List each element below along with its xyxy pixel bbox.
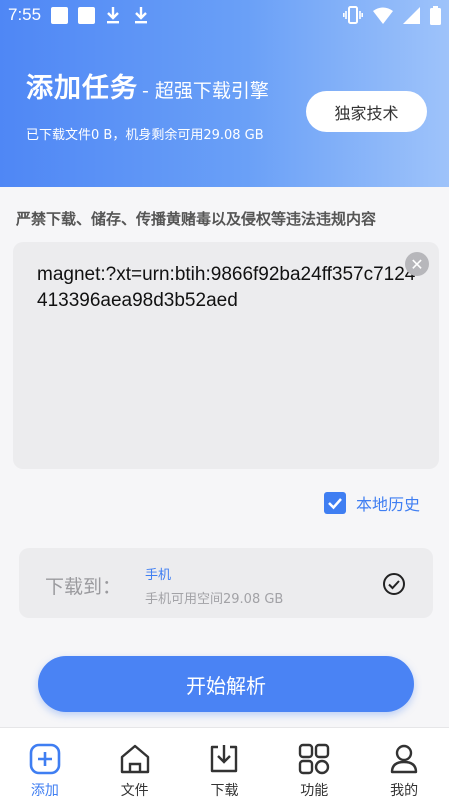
storage-device-name: 手机 <box>145 568 172 583</box>
notification-icon <box>51 6 69 24</box>
clear-icon[interactable]: ✕ <box>405 252 429 276</box>
title-row: 添加任务 - 超强下载引擎 <box>26 66 269 105</box>
exclusive-tech-button[interactable]: 独家技术 <box>306 91 427 132</box>
tab-label: 文件 <box>120 783 149 799</box>
check-circle-icon[interactable] <box>382 572 406 596</box>
page-subtitle: - 超强下载引擎 <box>142 80 269 102</box>
tab-features[interactable]: 功能 <box>269 728 359 800</box>
tab-add[interactable]: 添加 <box>0 728 90 800</box>
save-to-label: 下载到： <box>45 576 122 598</box>
signal-icon <box>403 6 420 24</box>
tab-label: 功能 <box>300 783 329 799</box>
wifi-icon <box>373 7 393 24</box>
home-icon <box>120 744 149 774</box>
notification-icon <box>78 6 96 24</box>
page-title: 添加任务 <box>26 73 138 104</box>
grid-icon <box>299 743 330 775</box>
header: 7:55 添加任务 - 超强下载引擎 已下载文件0 B，机身剩余可用29.08 … <box>0 0 449 187</box>
magnet-link-field[interactable]: magnet:?xt=urn:btih:9866f92ba24ff357c712… <box>37 262 417 314</box>
bottom-tab-bar: 添加 文件 下载 功能 我的 <box>0 727 449 800</box>
tab-label: 添加 <box>30 783 59 799</box>
history-label: 本地历史 <box>356 495 421 514</box>
storage-device-space: 手机可用空间29.08 GB <box>145 592 284 607</box>
user-icon <box>390 744 418 774</box>
tab-mine[interactable]: 我的 <box>359 728 449 800</box>
tab-label: 下载 <box>210 783 239 799</box>
start-parse-button[interactable]: 开始解析 <box>38 656 414 712</box>
tab-files[interactable]: 文件 <box>90 728 180 800</box>
magnet-input-box[interactable]: magnet:?xt=urn:btih:9866f92ba24ff357c712… <box>13 242 439 469</box>
status-time: 7:55 <box>8 5 42 24</box>
add-icon <box>29 743 61 775</box>
vibrate-icon <box>343 6 363 24</box>
storage-info: 已下载文件0 B，机身剩余可用29.08 GB <box>26 128 264 143</box>
save-location-selector[interactable]: 下载到： 手机 手机可用空间29.08 GB <box>19 548 433 618</box>
tab-download[interactable]: 下载 <box>180 728 270 800</box>
download-notification-icon <box>135 7 148 24</box>
local-history-toggle[interactable]: 本地历史 <box>324 491 420 515</box>
checkmark-icon <box>328 498 342 510</box>
history-checkbox[interactable] <box>324 492 346 514</box>
download-icon <box>211 745 238 773</box>
battery-icon <box>430 5 441 25</box>
status-bar: 7:55 <box>0 0 449 30</box>
tab-label: 我的 <box>390 783 419 799</box>
legal-warning: 严禁下载、储存、传播黄赌毒以及侵权等违法违规内容 <box>16 210 377 228</box>
download-notification-icon <box>107 7 120 24</box>
